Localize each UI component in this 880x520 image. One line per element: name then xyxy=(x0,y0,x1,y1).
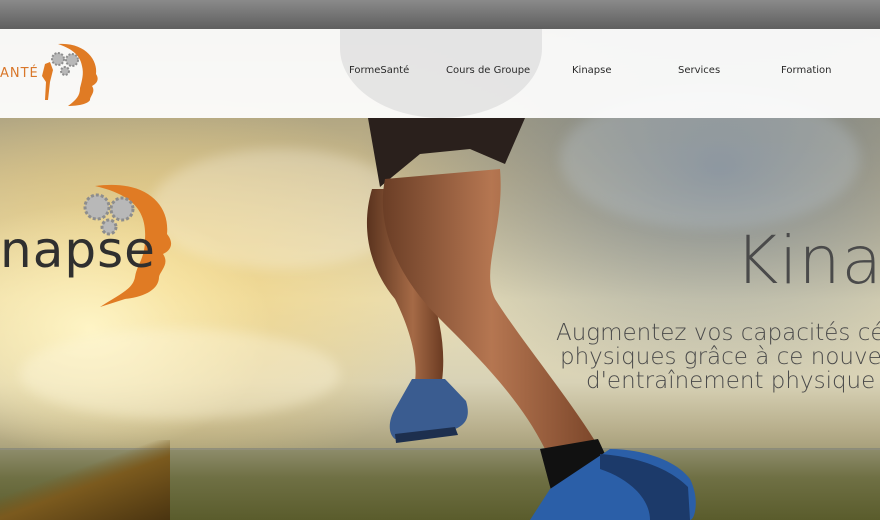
nav-cours-de-groupe[interactable]: Cours de Groupe xyxy=(446,65,530,76)
brand-logo[interactable]: ANTÉ xyxy=(0,40,100,110)
hero-subtitle-line-3: d'entraînement physique et c xyxy=(586,368,880,394)
hero-subtitle-line-2: physiques grâce à ce nouveau c xyxy=(560,344,880,370)
browser-top-bar xyxy=(0,0,880,29)
nav-kinapse[interactable]: Kinapse xyxy=(572,65,612,76)
forme-sante-logo-icon xyxy=(42,43,98,106)
hero-subtitle-line-1: Augmentez vos capacités céréb xyxy=(556,320,880,346)
brand-text: ANTÉ xyxy=(0,66,39,81)
kinapse-logo-text: napse xyxy=(0,221,156,279)
nav-services[interactable]: Services xyxy=(678,65,720,76)
nav-formation[interactable]: Formation xyxy=(781,65,831,76)
hero-title: Kinap xyxy=(735,222,880,299)
nav-formesante[interactable]: FormeSanté xyxy=(349,65,409,76)
